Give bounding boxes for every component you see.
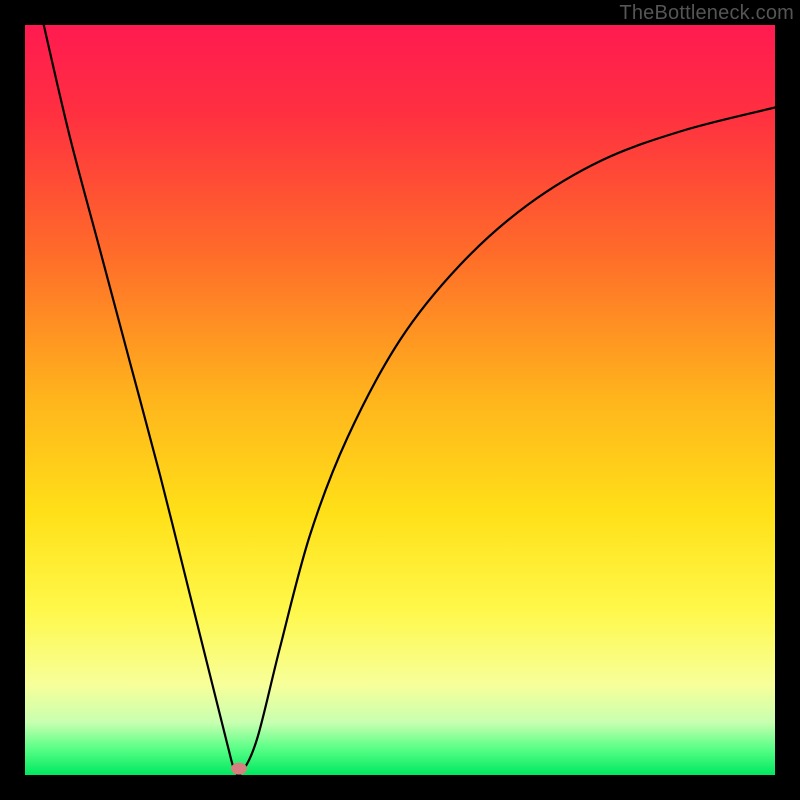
- chart-frame: TheBottleneck.com: [0, 0, 800, 800]
- plot-area: [25, 25, 775, 775]
- curve-layer: [25, 25, 775, 775]
- minimum-marker: [231, 763, 247, 775]
- bottleneck-curve: [44, 25, 775, 775]
- watermark-text: TheBottleneck.com: [619, 2, 794, 25]
